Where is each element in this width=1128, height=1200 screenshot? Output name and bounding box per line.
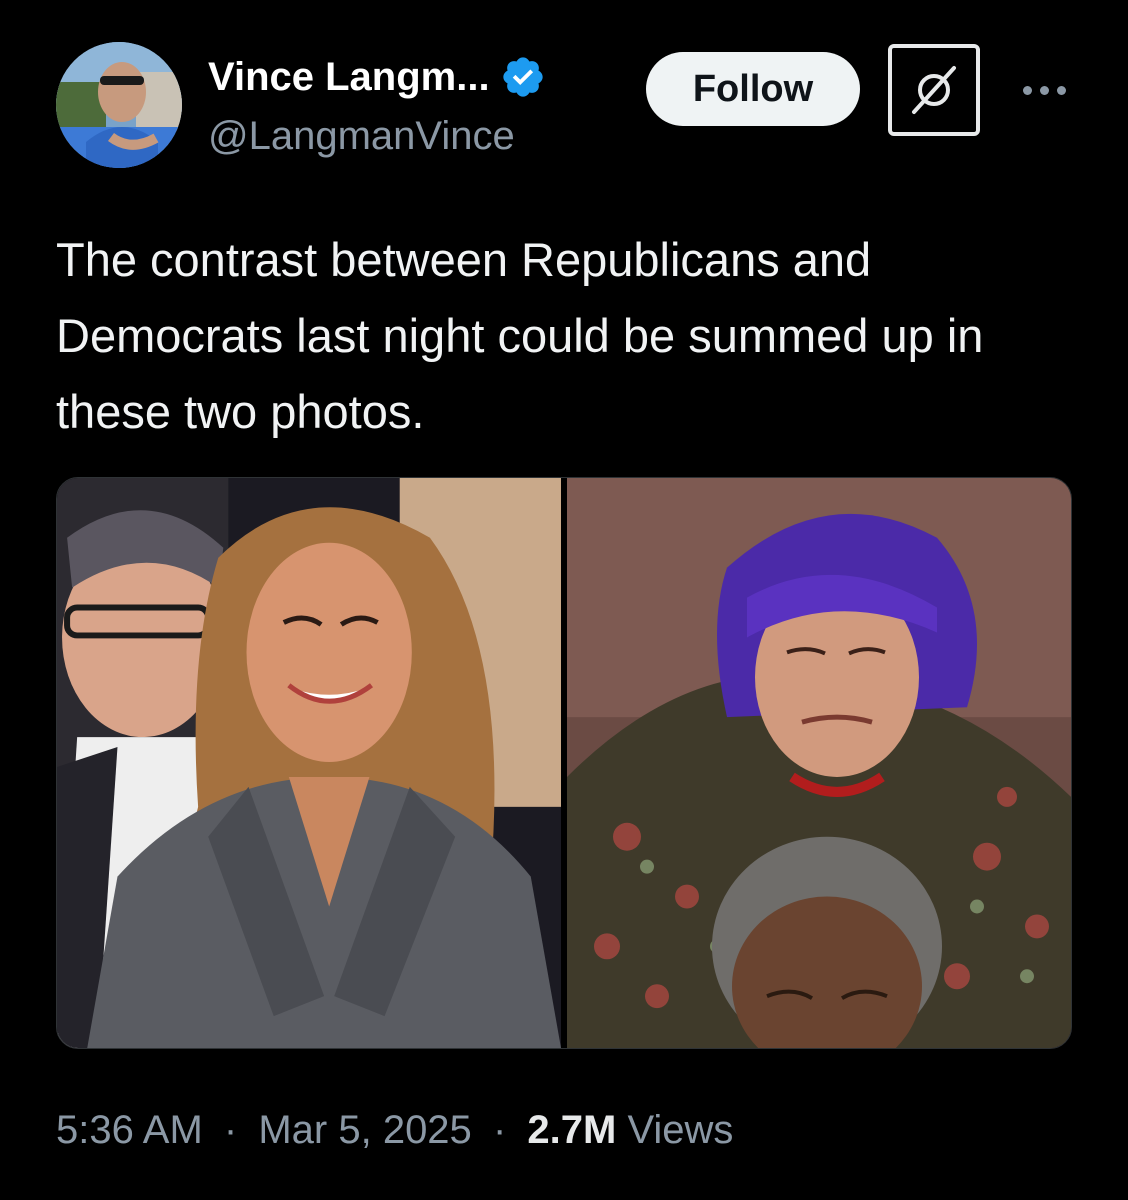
author-handle[interactable]: @LangmanVince	[208, 114, 515, 159]
media-photo-left[interactable]	[57, 478, 561, 1048]
tweet-time[interactable]: 5:36 AM	[56, 1108, 203, 1152]
photo-left-image	[57, 478, 561, 1048]
grok-icon	[912, 66, 956, 114]
follow-button[interactable]: Follow	[646, 52, 860, 126]
photo-right-image	[567, 478, 1071, 1048]
separator: ·	[223, 1108, 238, 1152]
views-count[interactable]: 2.7M	[527, 1108, 616, 1152]
media-photo-right[interactable]	[567, 478, 1071, 1048]
tweet-text: The contrast between Republicans and Dem…	[56, 233, 984, 438]
more-options-button[interactable]	[1014, 62, 1074, 118]
tweet-date[interactable]: Mar 5, 2025	[258, 1108, 471, 1152]
views-label: Views	[627, 1108, 734, 1152]
tweet-header: Vince Langm... @LangmanVince Follow	[56, 42, 1076, 172]
more-options-dot	[1056, 85, 1066, 95]
more-options-dot	[1039, 85, 1049, 95]
grok-button[interactable]	[888, 44, 980, 136]
avatar-image	[56, 42, 182, 168]
tweet-footer: 5:36 AM · Mar 5, 2025 · 2.7M Views	[56, 1108, 733, 1153]
separator: ·	[492, 1108, 507, 1152]
tweet-media	[56, 477, 1072, 1049]
author-display-name[interactable]: Vince Langm...	[208, 55, 490, 100]
verified-badge-icon	[502, 57, 543, 97]
more-options-icon	[1022, 85, 1032, 95]
author-name-row: Vince Langm...	[208, 54, 546, 100]
author-avatar[interactable]	[56, 42, 182, 168]
